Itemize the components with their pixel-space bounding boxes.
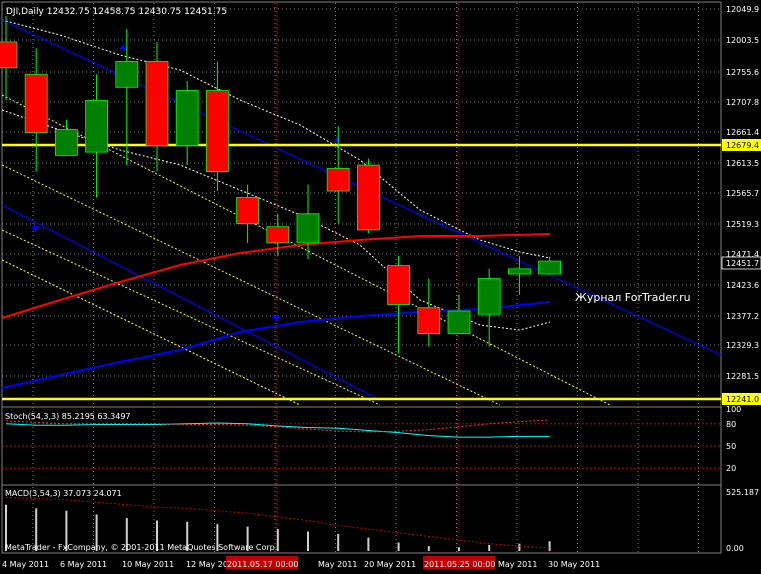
date-tick-label: 4 May 2011 <box>2 560 49 569</box>
candle-body <box>175 90 199 147</box>
stoch-tick-label: 50 <box>726 442 736 451</box>
candle-body <box>296 213 320 244</box>
candle-body <box>477 278 501 315</box>
price-tick-label: 12565.7 <box>726 189 759 198</box>
price-tick-label: 12707.8 <box>726 98 759 107</box>
date-tick-label: 2011.05.25 00:00 <box>424 560 495 569</box>
price-tick-label: 12613.5 <box>726 159 759 168</box>
stoch-tick-label: 100 <box>726 405 741 414</box>
date-tick-label: 6 May 2011 <box>60 560 107 569</box>
date-tick-label: May 2011 <box>498 560 537 569</box>
date-tick-label: May 2011 <box>318 560 357 569</box>
price-tag-label: 12451.7 <box>726 259 759 268</box>
candle-body <box>0 41 18 69</box>
candle <box>356 158 380 234</box>
price-tag-label: 12679.4 <box>726 141 759 150</box>
price-tick-label: 12049.9 <box>726 5 759 14</box>
price-tick-label: 12661.4 <box>726 128 759 137</box>
stoch-header: Stoch(54,3,3) 85.2195 63.3497 <box>5 412 131 421</box>
price-tick-label: 12519.3 <box>726 220 759 229</box>
stoch-tick-label: 80 <box>726 420 736 429</box>
stoch-tick-label: 20 <box>726 464 736 473</box>
candle-body <box>507 268 531 275</box>
macd-tick-label: 525.187 <box>726 488 759 497</box>
candle-body <box>326 167 350 192</box>
candle-body <box>55 129 78 156</box>
candle-body <box>417 307 441 335</box>
price-tick-label: 12329.3 <box>726 341 759 350</box>
macd-tick-label: 0.00 <box>726 544 744 553</box>
candle-body <box>447 310 471 335</box>
candle-body <box>356 164 380 231</box>
price-tick-label: 12281.5 <box>726 372 759 381</box>
candle-body <box>236 197 260 224</box>
candle-body <box>538 260 561 275</box>
date-tick-label: 30 May 2011 <box>548 560 600 569</box>
candle-body <box>145 60 169 147</box>
macd-header: MACD(3,54,3) 37.073 24.071 <box>5 489 122 498</box>
price-tick-label: 12423.6 <box>726 281 759 290</box>
price-tick-label: 12755.6 <box>726 68 759 77</box>
candle-body <box>266 226 290 244</box>
date-tick-label: 10 May 2011 <box>122 560 174 569</box>
price-tick-label: 12377.2 <box>726 312 759 321</box>
price-tick-label: 12003.5 <box>726 36 759 45</box>
date-tick-label: 2011.05.17 00:00 <box>227 560 298 569</box>
chart-background <box>0 0 761 574</box>
watermark: Журнал ForTrader.ru <box>575 291 691 304</box>
date-tick-label: 20 May 2011 <box>364 560 416 569</box>
candle-body <box>205 90 229 172</box>
chart-header: DJI,Daily 12432.75 12458.75 12430.75 124… <box>6 7 227 17</box>
candle-body <box>387 265 411 305</box>
candle-body <box>24 73 48 134</box>
candle-body <box>115 60 139 88</box>
dji-daily-chart[interactable]: DJI,Daily 12432.75 12458.75 12430.75 124… <box>0 0 761 574</box>
candle-body <box>85 99 108 153</box>
macd-footer: MetaTrader - FxCompany, © 2001-2011 Meta… <box>5 543 277 552</box>
price-tag-label: 12241.0 <box>726 395 759 404</box>
